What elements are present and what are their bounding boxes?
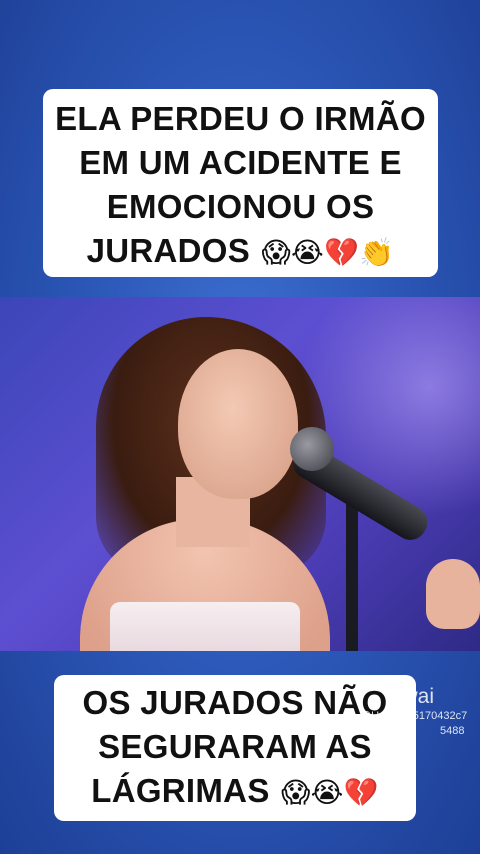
microphone-head — [290, 427, 334, 471]
singer-hand — [426, 559, 480, 629]
bottom-caption-line-2: SEGURARAM AS — [98, 728, 372, 765]
kwai-logo: kwai — [392, 685, 435, 708]
mic-stand — [346, 487, 358, 651]
top-caption-emojis: 😱😭💔👏 — [261, 237, 395, 269]
watermark-id: 5488 — [440, 725, 465, 737]
bottom-caption-line-1: OS JURADOS NÃO — [82, 684, 388, 721]
top-caption-line-4-text: JURADOS — [86, 232, 251, 269]
singer-dress — [110, 602, 300, 651]
top-caption-line-1: ELA PERDEU O IRMÃO — [55, 100, 426, 137]
top-caption-line-3: EMOCIONOU OS — [106, 188, 375, 225]
bottom-caption-emojis: 😱😭💔 — [281, 777, 379, 809]
top-caption-line-4: JURADOS 😱😭💔👏 — [53, 229, 428, 275]
bottom-caption-line-3: LÁGRIMAS 😱😭💔 — [62, 769, 408, 815]
top-caption-line-2: EM UM ACIDENTE E — [79, 144, 402, 181]
video-player[interactable] — [0, 297, 480, 651]
watermark-username: @User_185170432c7 — [360, 710, 468, 722]
singer-face — [178, 349, 298, 499]
bottom-caption-line-3-text: LÁGRIMAS — [91, 772, 270, 809]
bottom-caption: OS JURADOS NÃO SEGURARAM AS LÁGRIMAS 😱😭💔 — [54, 675, 416, 821]
top-caption: ELA PERDEU O IRMÃO EM UM ACIDENTE E EMOC… — [43, 89, 438, 277]
